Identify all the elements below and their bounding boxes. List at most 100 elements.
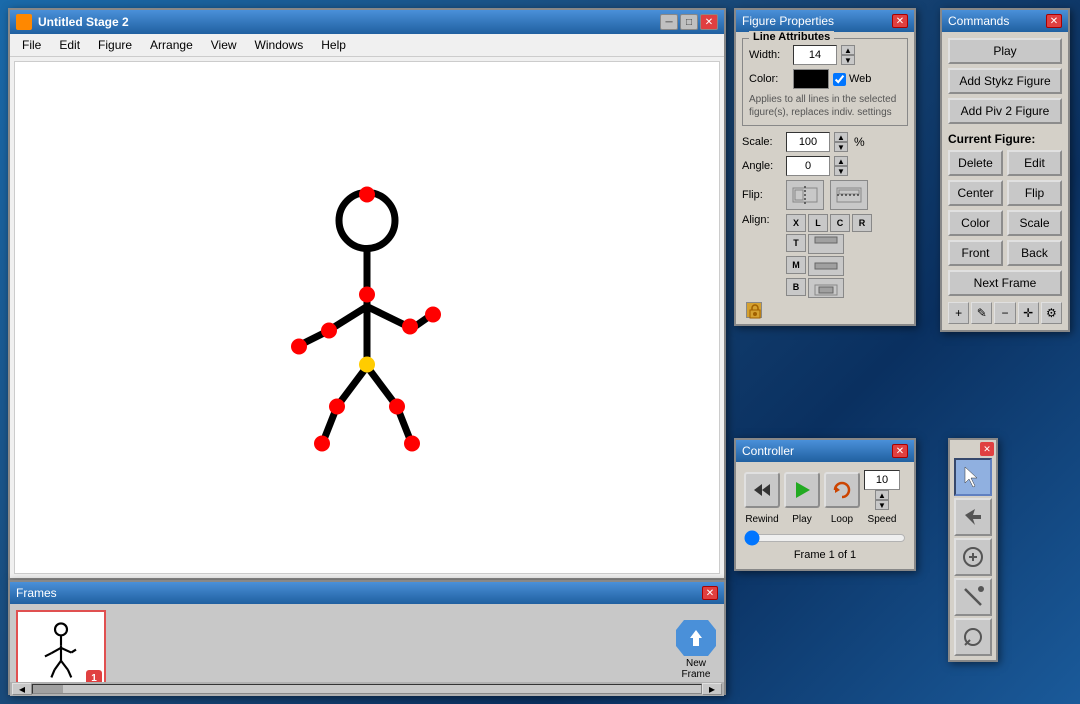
color-button[interactable]: Color — [948, 210, 1003, 236]
align-x-btn[interactable]: X — [786, 214, 806, 232]
rewind-button[interactable] — [744, 472, 780, 508]
align-r-btn[interactable]: R — [852, 214, 872, 232]
controller-close[interactable]: ✕ — [892, 444, 908, 458]
remove-icon-btn[interactable]: − — [994, 302, 1015, 324]
align-b-btn[interactable]: B — [786, 278, 806, 296]
line-attributes-label: Line Attributes — [749, 31, 834, 43]
new-frame-button[interactable]: New Frame — [676, 620, 716, 680]
width-up-btn[interactable]: ▲ — [841, 45, 855, 55]
flip-horizontal-btn[interactable] — [786, 180, 824, 210]
arrow-tool-button[interactable] — [954, 498, 992, 536]
addon-buttons: + ✎ − ✛ ⚙ — [948, 302, 1062, 324]
next-frame-button[interactable]: Next Frame — [948, 270, 1062, 296]
frame-slider[interactable] — [744, 531, 906, 545]
menu-windows[interactable]: Windows — [247, 36, 312, 54]
circle-tool-button[interactable] — [954, 618, 992, 656]
align-mid-visual[interactable] — [808, 256, 844, 276]
menu-help[interactable]: Help — [313, 36, 354, 54]
scrollbar-track[interactable] — [32, 684, 702, 694]
add-stykz-button[interactable]: Add Stykz Figure — [948, 68, 1062, 94]
align-c-btn[interactable]: C — [830, 214, 850, 232]
gear-icon-btn[interactable]: ⚙ — [1041, 302, 1062, 324]
menu-bar: File Edit Figure Arrange View Windows He… — [10, 34, 724, 57]
angle-down-btn[interactable]: ▼ — [834, 166, 848, 176]
rewind-label: Rewind — [744, 514, 780, 525]
angle-input[interactable] — [786, 156, 830, 176]
back-button[interactable]: Back — [1007, 240, 1062, 266]
main-window: Untitled Stage 2 ─ □ ✕ File Edit Figure … — [8, 8, 726, 580]
minimize-button[interactable]: ─ — [660, 14, 678, 30]
add-piv2-button[interactable]: Add Piv 2 Figure — [948, 98, 1062, 124]
figure-props-titlebar: Figure Properties ✕ — [736, 10, 914, 32]
tools-close-btn[interactable]: ✕ — [980, 442, 994, 456]
width-down-btn[interactable]: ▼ — [841, 55, 855, 65]
menu-file[interactable]: File — [14, 36, 49, 54]
controller-title: Controller — [742, 444, 794, 458]
menu-view[interactable]: View — [203, 36, 245, 54]
align-row: Align: X L C R T M — [742, 214, 908, 298]
frame-thumbnail[interactable]: 1 — [16, 610, 106, 690]
menu-edit[interactable]: Edit — [51, 36, 88, 54]
flip-cmd-button[interactable]: Flip — [1007, 180, 1062, 206]
window-title: Untitled Stage 2 — [38, 15, 129, 29]
speed-label: Speed — [864, 514, 900, 525]
scale-row: Scale: ▲ ▼ % — [742, 132, 908, 152]
center-button[interactable]: Center — [948, 180, 1003, 206]
scale-input[interactable] — [786, 132, 830, 152]
diagonal-tool-button[interactable] — [954, 578, 992, 616]
front-back-row: Front Back — [948, 240, 1062, 266]
scrollbar-thumb[interactable] — [33, 685, 63, 693]
menu-arrange[interactable]: Arrange — [142, 36, 201, 54]
menu-figure[interactable]: Figure — [90, 36, 140, 54]
canvas-area[interactable] — [14, 61, 720, 574]
play-cmd-button[interactable]: Play — [948, 38, 1062, 64]
frames-content: 1 New Frame ◂ ▸ — [10, 604, 724, 696]
width-input[interactable] — [793, 45, 837, 65]
move-icon-btn[interactable]: ✛ — [1018, 302, 1039, 324]
align-l-btn[interactable]: L — [808, 214, 828, 232]
edit-icon-btn[interactable]: ✎ — [971, 302, 992, 324]
align-top-visual[interactable] — [808, 234, 844, 254]
commands-close[interactable]: ✕ — [1046, 14, 1062, 28]
add-icon-btn[interactable]: + — [948, 302, 969, 324]
align-grid: X L C R T M — [786, 214, 872, 298]
lock-icon[interactable] — [746, 302, 762, 318]
front-button[interactable]: Front — [948, 240, 1003, 266]
close-button[interactable]: ✕ — [700, 14, 718, 30]
scale-up-btn[interactable]: ▲ — [834, 132, 848, 142]
commands-body: Play Add Stykz Figure Add Piv 2 Figure C… — [942, 32, 1068, 330]
scroll-left-btn[interactable]: ◂ — [12, 683, 32, 695]
play-button[interactable] — [784, 472, 820, 508]
flip-vertical-btn[interactable] — [830, 180, 868, 210]
frames-titlebar: Frames ✕ — [10, 582, 724, 604]
app-icon — [16, 14, 32, 30]
scale-down-btn[interactable]: ▼ — [834, 142, 848, 152]
plus-circle-tool-button[interactable] — [954, 538, 992, 576]
figure-props-close[interactable]: ✕ — [892, 14, 908, 28]
align-label: Align: — [742, 214, 782, 226]
frames-close-button[interactable]: ✕ — [702, 586, 718, 600]
titlebar-controls: ─ □ ✕ — [660, 14, 718, 30]
align-t-btn[interactable]: T — [786, 234, 806, 252]
flip-row: Flip: — [742, 180, 908, 210]
web-checkbox[interactable] — [833, 73, 846, 86]
color-row: Color: Web — [749, 69, 901, 89]
align-m-btn[interactable]: M — [786, 256, 806, 274]
align-bot-visual[interactable] — [808, 278, 844, 298]
edit-button[interactable]: Edit — [1007, 150, 1062, 176]
commands-panel: Commands ✕ Play Add Stykz Figure Add Piv… — [940, 8, 1070, 332]
frame-info: Frame 1 of 1 — [744, 549, 906, 561]
scale-button[interactable]: Scale — [1007, 210, 1062, 236]
frames-title: Frames — [16, 586, 57, 600]
scroll-right-btn[interactable]: ▸ — [702, 683, 722, 695]
speed-up-btn[interactable]: ▲ — [875, 490, 889, 500]
loop-button[interactable] — [824, 472, 860, 508]
angle-up-btn[interactable]: ▲ — [834, 156, 848, 166]
speed-input[interactable] — [864, 470, 900, 490]
speed-down-btn[interactable]: ▼ — [875, 500, 889, 510]
line-attributes-group: Line Attributes Width: ▲ ▼ Color: Web Ap… — [742, 38, 908, 126]
color-swatch[interactable] — [793, 69, 829, 89]
cursor-tool-button[interactable] — [954, 458, 992, 496]
delete-button[interactable]: Delete — [948, 150, 1003, 176]
maximize-button[interactable]: □ — [680, 14, 698, 30]
